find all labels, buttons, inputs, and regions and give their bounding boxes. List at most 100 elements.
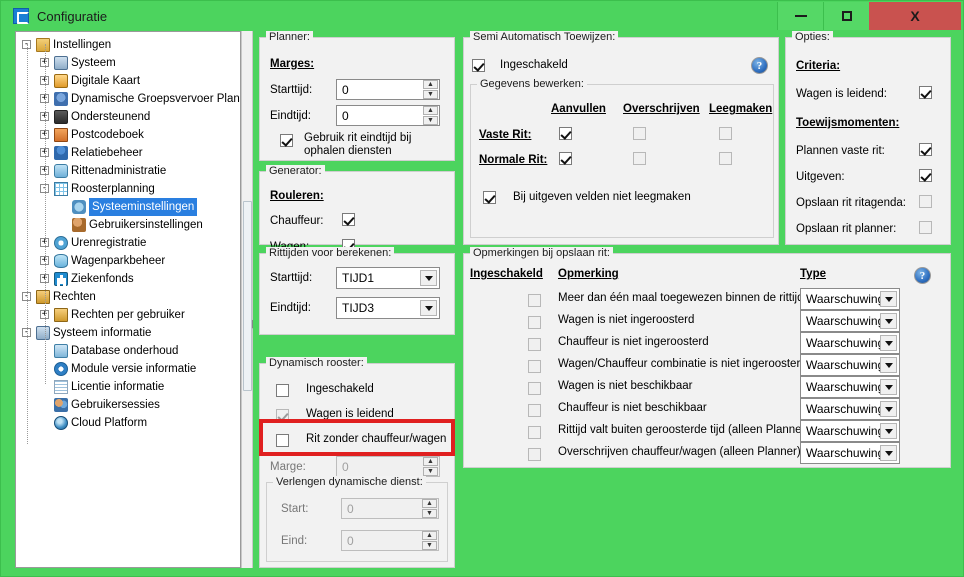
spinner-down-icon[interactable]: ▼	[423, 90, 438, 99]
close-button[interactable]: X	[869, 2, 961, 30]
dynamisch-ingeschakeld-checkbox[interactable]	[276, 384, 289, 397]
spinner-up-icon[interactable]: ▲	[422, 499, 437, 508]
tree-item-rechten[interactable]: - Rechten	[16, 288, 240, 306]
tree-item-label: Instellingen	[53, 39, 112, 51]
tree-item-gebruikersinstellingen[interactable]: Gebruikersinstellingen	[16, 216, 240, 234]
help-icon[interactable]: ?	[751, 57, 768, 74]
spinner-up-icon[interactable]: ▲	[422, 531, 437, 540]
dynamisch-marge-input[interactable]: 0 ▲ ▼	[336, 456, 440, 477]
opmerking-row-1-checkbox[interactable]	[528, 316, 541, 329]
plannen-vaste-rit-checkbox[interactable]	[919, 143, 932, 156]
tree-item-dynamische-groepsvervoer-planning[interactable]: +Dynamische Groepsvervoer Planning	[16, 90, 240, 108]
tree-item-ondersteunend[interactable]: + Ondersteunend	[16, 108, 240, 126]
opmerking-row-0-checkbox[interactable]	[528, 294, 541, 307]
verlengen-eind-input[interactable]: 0 ▲ ▼	[341, 530, 439, 551]
lock-icon	[54, 308, 68, 322]
tree-item-database-onderhoud[interactable]: Database onderhoud	[16, 342, 240, 360]
chevron-down-icon[interactable]	[880, 313, 897, 329]
chevron-down-icon[interactable]	[880, 335, 897, 351]
tree-item-wagenparkbeheer[interactable]: + Wagenparkbeheer	[16, 252, 240, 270]
chevron-down-icon[interactable]	[420, 270, 437, 286]
normale-rit-overschrijven-checkbox[interactable]	[633, 152, 646, 165]
vaste-rit-leegmaken-checkbox[interactable]	[719, 127, 732, 140]
tree-item-licentie-informatie[interactable]: Licentie informatie	[16, 378, 240, 396]
planner-eindtijd-input[interactable]: 0 ▲ ▼	[336, 105, 440, 126]
tree-item-cloud-platform[interactable]: Cloud Platform	[16, 414, 240, 432]
spinner-up-icon[interactable]: ▲	[423, 106, 438, 115]
semi-auto-ingeschakeld-checkbox[interactable]	[472, 59, 485, 72]
tree-item-systeem[interactable]: + Systeem	[16, 54, 240, 72]
opmerking-row-7-checkbox[interactable]	[528, 448, 541, 461]
tree-item-module-versie-informatie[interactable]: Module versie informatie	[16, 360, 240, 378]
planner-starttijd-input[interactable]: 0 ▲ ▼	[336, 79, 440, 100]
opmerking-row-5-type-select[interactable]: Waarschuwing	[800, 398, 900, 420]
chevron-down-icon[interactable]	[880, 379, 897, 395]
tree-item-label: Systeeminstellingen	[89, 198, 198, 216]
opmerking-row-7-type-select[interactable]: Waarschuwing	[800, 442, 900, 464]
chevron-down-icon[interactable]	[880, 423, 897, 439]
opmerking-row-4-type-select[interactable]: Waarschuwing	[800, 376, 900, 398]
tree-item-rittenadministratie[interactable]: + Rittenadministratie	[16, 162, 240, 180]
dynamisch-rooster-group: Dynamisch rooster: Ingeschakeld Wagen is…	[259, 357, 455, 568]
bij-uitgeven-niet-leegmaken-checkbox[interactable]	[483, 191, 496, 204]
tree-item-ziekenfonds[interactable]: + Ziekenfonds	[16, 270, 240, 288]
vaste-rit-overschrijven-checkbox[interactable]	[633, 127, 646, 140]
opmerking-row-6-checkbox[interactable]	[528, 426, 541, 439]
generator-chauffeur-checkbox[interactable]	[342, 213, 355, 226]
gebruik-rit-eindtijd-checkbox[interactable]	[280, 134, 293, 147]
help-icon[interactable]: ?	[914, 267, 931, 284]
tree-item-roosterplanning[interactable]: - Roosterplanning	[16, 180, 240, 198]
minimize-button[interactable]	[777, 2, 823, 30]
tree-item-gebruikersessies[interactable]: Gebruikersessies	[16, 396, 240, 414]
opmerking-row-5-checkbox[interactable]	[528, 404, 541, 417]
normale-rit-aanvullen-checkbox[interactable]	[559, 152, 572, 165]
opmerking-row-7-text: Overschrijven chauffeur/wagen (alleen Pl…	[558, 446, 801, 458]
rittijden-starttijd-select[interactable]: TIJD1	[336, 267, 440, 289]
tree-item-urenregistratie[interactable]: + Urenregistratie	[16, 234, 240, 252]
maximize-button[interactable]	[823, 2, 869, 30]
tree-item-instellingen[interactable]: - Instellingen	[16, 36, 240, 54]
opslaan-rit-ritagenda-checkbox[interactable]	[919, 195, 932, 208]
tree-item-systeem-informatie[interactable]: - Systeem informatie	[16, 324, 240, 342]
tree-item-rechten-per-gebruiker[interactable]: + Rechten per gebruiker	[16, 306, 240, 324]
dynamisch-ingeschakeld-label: Ingeschakeld	[306, 383, 374, 395]
spinner-up-icon[interactable]: ▲	[423, 457, 438, 466]
chevron-down-icon[interactable]	[880, 445, 897, 461]
users-icon	[54, 398, 68, 412]
opmerking-row-6-type-select[interactable]: Waarschuwing	[800, 420, 900, 442]
chevron-down-icon[interactable]	[880, 357, 897, 373]
opmerking-row-2-type-select[interactable]: Waarschuwing	[800, 332, 900, 354]
spinner-down-icon[interactable]: ▼	[422, 509, 437, 518]
opmerking-row-1-type-select[interactable]: Waarschuwing	[800, 310, 900, 332]
verlengen-start-input[interactable]: 0 ▲ ▼	[341, 498, 439, 519]
spinner-up-icon[interactable]: ▲	[423, 80, 438, 89]
opslaan-rit-planner-checkbox[interactable]	[919, 221, 932, 234]
verlengen-start-value: 0	[347, 501, 354, 516]
spinner-down-icon[interactable]: ▼	[423, 467, 438, 476]
opmerking-row-3-type-select[interactable]: Waarschuwing	[800, 354, 900, 376]
tree-item-digitale-kaart[interactable]: + Digitale Kaart	[16, 72, 240, 90]
chevron-down-icon[interactable]	[420, 300, 437, 316]
tree-item-label: Urenregistratie	[71, 237, 147, 249]
tree-item-systeeminstellingen[interactable]: Systeeminstellingen	[16, 198, 240, 216]
car-icon	[54, 254, 68, 268]
tree-scrollbar-thumb[interactable]	[243, 201, 252, 391]
spinner-down-icon[interactable]: ▼	[422, 541, 437, 550]
opmerking-row-0-type-select[interactable]: Waarschuwing	[800, 288, 900, 310]
tree-item-postcodeboek[interactable]: + Postcodeboek	[16, 126, 240, 144]
normale-rit-leegmaken-checkbox[interactable]	[719, 152, 732, 165]
spinner-down-icon[interactable]: ▼	[423, 116, 438, 125]
rittijden-eindtijd-select[interactable]: TIJD3	[336, 297, 440, 319]
vaste-rit-aanvullen-checkbox[interactable]	[559, 127, 572, 140]
tree-item-relatiebeheer[interactable]: + Relatiebeheer	[16, 144, 240, 162]
chevron-down-icon[interactable]	[880, 291, 897, 307]
opmerking-row-4-checkbox[interactable]	[528, 382, 541, 395]
opmerking-row-2-checkbox[interactable]	[528, 338, 541, 351]
gegevens-bewerken-caption: Gegevens bewerken:	[477, 78, 587, 90]
opties-wagen-leidend-checkbox[interactable]	[919, 86, 932, 99]
uitgeven-checkbox[interactable]	[919, 169, 932, 182]
opmerking-row-3-checkbox[interactable]	[528, 360, 541, 373]
navigation-tree[interactable]: - Instellingen + Systeem + Digitale Kaart + Dyn…	[15, 31, 241, 568]
monitor-icon	[54, 56, 68, 70]
chevron-down-icon[interactable]	[880, 401, 897, 417]
